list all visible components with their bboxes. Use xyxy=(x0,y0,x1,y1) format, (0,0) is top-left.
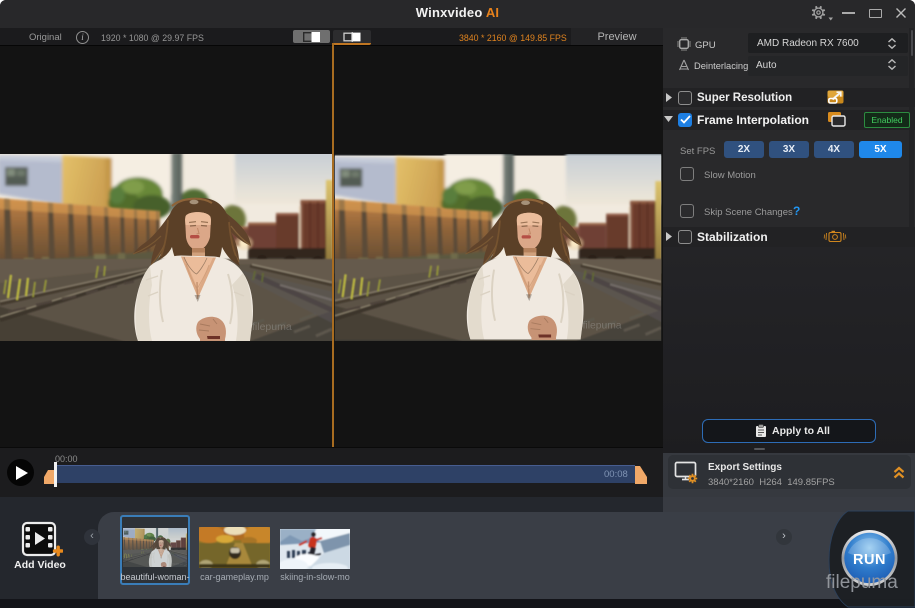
svg-text:RUN: RUN xyxy=(853,552,886,568)
